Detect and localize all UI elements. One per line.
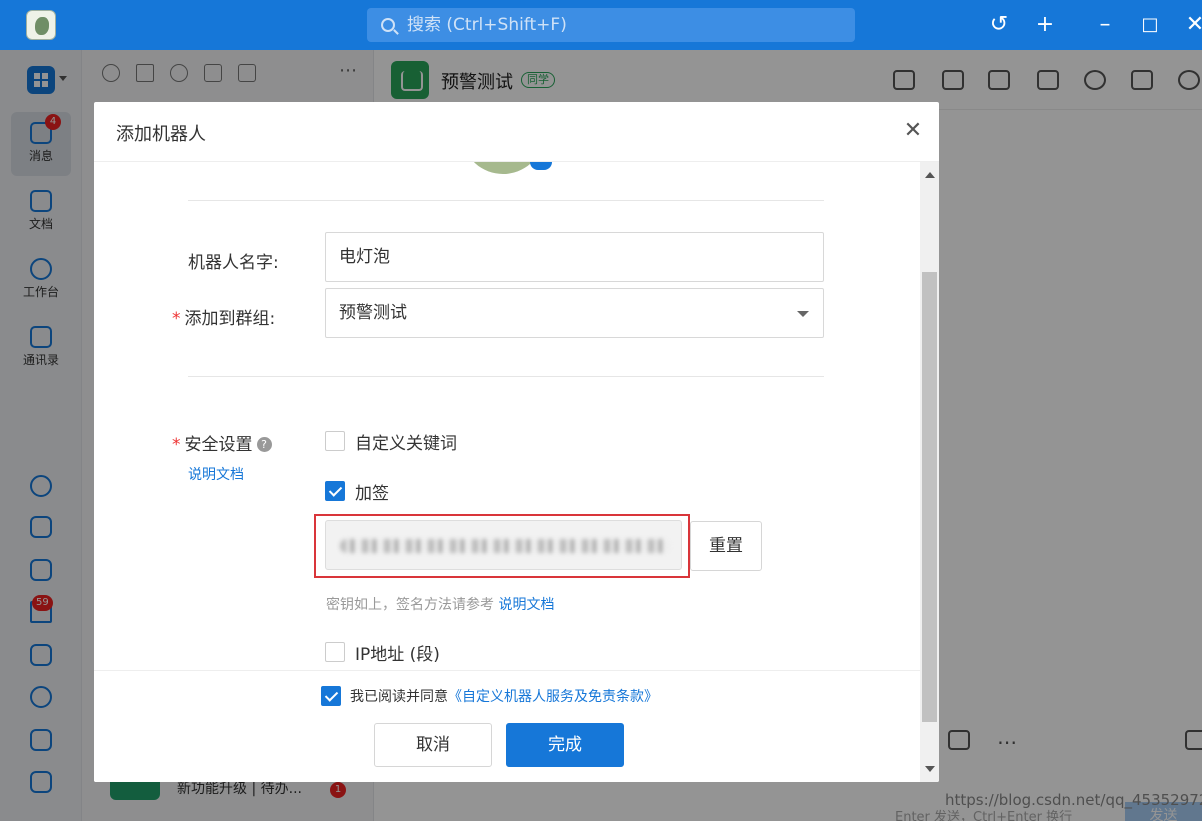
done-button[interactable]: 完成 bbox=[506, 723, 624, 767]
terms-link[interactable]: 《自定义机器人服务及免责条款》 bbox=[448, 689, 658, 705]
keyword-checkbox[interactable] bbox=[325, 431, 345, 451]
dialog-body: 机器人名字: 电灯泡 * 添加到群组: 预警测试 * 安全设置? 说明文档 自定义关… bbox=[94, 162, 920, 670]
secret-hint: 密钥如上，签名方法请参考 说明文档 bbox=[326, 594, 554, 614]
agree-checkbox[interactable] bbox=[321, 686, 341, 706]
search-placeholder: 搜索 (Ctrl+Shift+F) bbox=[407, 15, 567, 35]
history-icon[interactable]: ↺ bbox=[984, 10, 1014, 40]
security-doc-link[interactable]: 说明文档 bbox=[188, 464, 244, 484]
divider bbox=[188, 200, 824, 201]
cancel-button[interactable]: 取消 bbox=[374, 723, 492, 767]
dialog-footer: 我已阅读并同意《自定义机器人服务及免责条款》 取消 完成 bbox=[94, 670, 920, 782]
help-icon[interactable]: ? bbox=[256, 437, 272, 452]
agree-label: 我已阅读并同意 bbox=[350, 689, 448, 705]
dialog-scrollbar[interactable] bbox=[920, 162, 939, 782]
add-robot-dialog: 添加机器人 ✕ 机器人名字: 电灯泡 * 添加到群组: 预警测试 * 安全设置? 说… bbox=[94, 102, 939, 782]
required-mark: * bbox=[172, 309, 181, 329]
group-label-text: 添加到群组: bbox=[184, 309, 276, 329]
dialog-header: 添加机器人 ✕ bbox=[94, 102, 939, 162]
robot-name-input[interactable]: 电灯泡 bbox=[325, 232, 824, 282]
dialog-title: 添加机器人 bbox=[116, 124, 206, 145]
keyword-option-label[interactable]: 自定义关键词 bbox=[355, 429, 457, 454]
add-icon[interactable]: + bbox=[1030, 10, 1060, 40]
required-mark: * bbox=[172, 435, 181, 455]
secret-hint-text: 密钥如上，签名方法请参考 bbox=[326, 597, 494, 613]
secret-doc-link[interactable]: 说明文档 bbox=[498, 597, 554, 613]
scroll-up-icon[interactable] bbox=[925, 172, 935, 178]
search-box[interactable]: 搜索 (Ctrl+Shift+F) bbox=[367, 8, 855, 42]
close-window-icon[interactable]: ✕ bbox=[1180, 10, 1202, 40]
avatar-edit-icon[interactable] bbox=[530, 162, 552, 170]
group-label: * 添加到群组: bbox=[172, 304, 275, 329]
group-select-value: 预警测试 bbox=[339, 303, 407, 323]
title-bar: 搜索 (Ctrl+Shift+F) ↺ + – □ ✕ bbox=[0, 0, 1202, 50]
robot-name-value: 电灯泡 bbox=[339, 247, 390, 267]
secret-input[interactable] bbox=[325, 520, 682, 570]
sign-option-label[interactable]: 加签 bbox=[355, 479, 389, 504]
chevron-down-icon bbox=[797, 311, 809, 317]
user-avatar[interactable] bbox=[26, 10, 56, 40]
agree-text: 我已阅读并同意《自定义机器人服务及免责条款》 bbox=[350, 686, 658, 706]
maximize-icon[interactable]: □ bbox=[1135, 10, 1165, 40]
minimize-icon[interactable]: – bbox=[1090, 10, 1120, 40]
divider bbox=[188, 376, 824, 377]
group-select[interactable]: 预警测试 bbox=[325, 288, 824, 338]
ip-option-label[interactable]: IP地址 (段) bbox=[355, 640, 440, 665]
close-icon[interactable]: ✕ bbox=[900, 118, 926, 144]
reset-button[interactable]: 重置 bbox=[690, 521, 762, 571]
ip-checkbox[interactable] bbox=[325, 642, 345, 662]
sign-checkbox[interactable] bbox=[325, 481, 345, 501]
robot-name-label: 机器人名字: bbox=[188, 253, 279, 273]
scroll-thumb[interactable] bbox=[922, 272, 937, 722]
security-label-text: 安全设置 bbox=[184, 435, 253, 455]
search-icon bbox=[381, 18, 395, 32]
blurred-secret bbox=[340, 539, 670, 553]
scroll-down-icon[interactable] bbox=[925, 766, 935, 772]
security-label: * 安全设置? bbox=[172, 430, 272, 455]
